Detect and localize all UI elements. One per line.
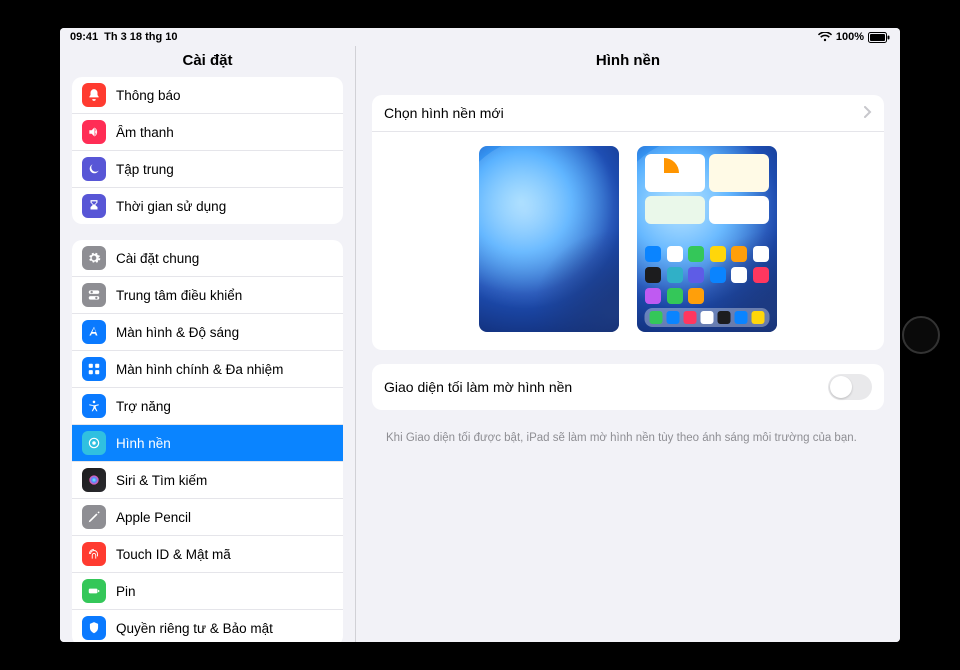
sidebar-item-label: Tập trung [116,162,333,177]
hourglass-icon [82,194,106,218]
home-screen-preview[interactable] [637,146,777,332]
detail-title: Hình nền [356,46,900,77]
choose-new-wallpaper-row[interactable]: Chọn hình nền mới [372,95,884,132]
sidebar-scroll[interactable]: Thông báo Âm thanh Tập trung Thời g [60,77,355,642]
sidebar-item-general[interactable]: Cài đặt chung [72,240,343,277]
wallpaper-icon [82,431,106,455]
detail-pane: Hình nền Chọn hình nền mới [356,46,900,642]
sidebar-item-label: Apple Pencil [116,510,333,525]
lock-screen-preview[interactable] [479,146,619,332]
sidebar-item-display-brightness[interactable]: Màn hình & Độ sáng [72,314,343,351]
sidebar-item-label: Thời gian sử dụng [116,199,333,214]
sidebar-item-label: Cài đặt chung [116,251,333,266]
sidebar-item-wallpaper[interactable]: Hình nền [72,425,343,462]
sidebar-title: Cài đặt [60,46,355,77]
dark-dim-toggle-row: Giao diện tối làm mờ hình nền [372,364,884,410]
sidebar-item-battery[interactable]: Pin [72,573,343,610]
status-date: Th 3 18 thg 10 [104,31,177,43]
sidebar-item-label: Pin [116,584,333,599]
sidebar-item-control-center[interactable]: Trung tâm điều khiển [72,277,343,314]
sidebar-item-label: Âm thanh [116,125,333,140]
pencil-icon [82,505,106,529]
sidebar-item-focus[interactable]: Tập trung [72,151,343,188]
dark-dim-card: Giao diện tối làm mờ hình nền [372,364,884,410]
sidebar-item-touchid-passcode[interactable]: Touch ID & Mật mã [72,536,343,573]
sidebar-item-sounds[interactable]: Âm thanh [72,114,343,151]
sidebar-item-apple-pencil[interactable]: Apple Pencil [72,499,343,536]
sidebar-group-1: Thông báo Âm thanh Tập trung Thời g [72,77,343,224]
fingerprint-icon [82,542,106,566]
sidebar-item-accessibility[interactable]: Trợ năng [72,388,343,425]
sidebar-item-screentime[interactable]: Thời gian sử dụng [72,188,343,224]
sidebar-item-notifications[interactable]: Thông báo [72,77,343,114]
hand-icon [82,616,106,640]
dark-dim-switch[interactable] [828,374,872,400]
status-battery-pct: 100% [836,31,864,43]
battery-setting-icon [82,579,106,603]
sidebar-item-siri-search[interactable]: Siri & Tìm kiếm [72,462,343,499]
ipad-frame: 09:41 Th 3 18 thg 10 100% Cài đặt [0,0,960,670]
moon-icon [82,157,106,181]
sidebar-item-privacy-security[interactable]: Quyền riêng tư & Bảo mật [72,610,343,642]
sidebar-item-home-multitask[interactable]: Màn hình chính & Đa nhiệm [72,351,343,388]
choose-wallpaper-label: Chọn hình nền mới [384,105,504,121]
chevron-right-icon [864,105,872,121]
battery-icon [868,32,890,43]
siri-icon [82,468,106,492]
speaker-icon [82,120,106,144]
gear-icon [82,246,106,270]
sidebar-item-label: Màn hình chính & Đa nhiệm [116,362,333,377]
text-size-icon [82,320,106,344]
screen: 09:41 Th 3 18 thg 10 100% Cài đặt [60,28,900,642]
home-button[interactable] [902,316,940,354]
wallpaper-picker-card: Chọn hình nền mới [372,95,884,350]
dark-dim-footer: Khi Giao diện tối được bật, iPad sẽ làm … [372,424,884,446]
sidebar-item-label: Trợ năng [116,399,333,414]
grid-icon [82,357,106,381]
sidebar-item-label: Quyền riêng tư & Bảo mật [116,621,333,636]
sidebar-group-2: Cài đặt chung Trung tâm điều khiển Màn h… [72,240,343,642]
settings-sidebar: Cài đặt Thông báo Âm thanh [60,46,356,642]
sidebar-item-label: Hình nền [116,436,333,451]
wallpaper-previews [372,132,884,350]
sidebar-item-label: Thông báo [116,88,333,103]
accessibility-icon [82,394,106,418]
switches-icon [82,283,106,307]
sidebar-item-label: Touch ID & Mật mã [116,547,333,562]
sidebar-item-label: Trung tâm điều khiển [116,288,333,303]
sidebar-item-label: Màn hình & Độ sáng [116,325,333,340]
status-bar: 09:41 Th 3 18 thg 10 100% [60,28,900,46]
dark-dim-label: Giao diện tối làm mờ hình nền [384,379,572,395]
sidebar-item-label: Siri & Tìm kiếm [116,473,333,488]
wifi-icon [818,32,832,42]
bell-icon [82,83,106,107]
status-time: 09:41 [70,31,98,43]
